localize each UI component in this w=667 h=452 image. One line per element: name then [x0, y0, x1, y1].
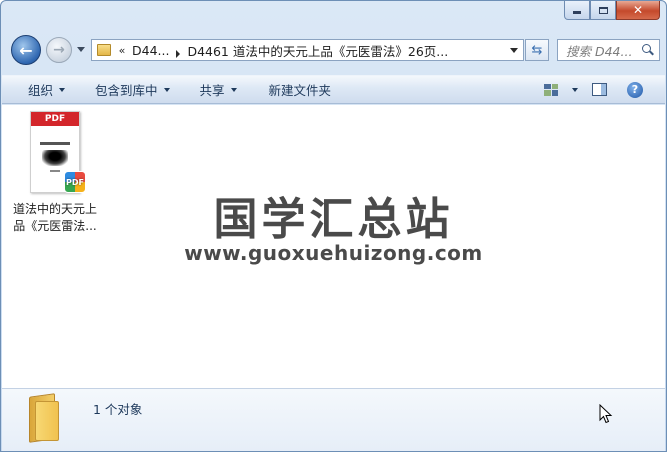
share-label: 共享 [199, 83, 225, 98]
share-button[interactable]: 共享 [200, 76, 237, 103]
navigation-bar: ← → « D44... D4461 道法中的天元上品《元医雷法》26页... … [9, 34, 660, 66]
change-view-icon [544, 83, 558, 96]
include-in-library-label: 包含到库中 [95, 83, 158, 98]
toolbar-right-group: ? [544, 76, 665, 103]
chevron-down-icon [230, 87, 237, 92]
maximize-icon [598, 6, 608, 14]
recent-locations-dropdown[interactable] [77, 47, 85, 52]
caption-buttons: ✕ [564, 1, 660, 21]
chevron-down-icon [572, 87, 578, 92]
back-button[interactable]: ← [11, 35, 41, 65]
refresh-button[interactable]: ⇆ [525, 39, 549, 61]
back-arrow-icon: ← [19, 40, 33, 60]
breadcrumb-overflow-button[interactable]: « [115, 44, 129, 57]
command-bar: 组织 包含到库中 共享 新建文件夹 ? [2, 75, 665, 104]
object-count: 1 个对象 [93, 402, 143, 417]
forward-arrow-icon: → [53, 42, 65, 58]
close-button[interactable]: ✕ [616, 1, 660, 20]
preview-pane-icon [592, 83, 607, 96]
details-pane: 1 个对象 [2, 388, 665, 451]
new-folder-button[interactable]: 新建文件夹 [269, 76, 332, 103]
forward-button[interactable]: → [46, 37, 72, 63]
address-dropdown-button[interactable] [505, 40, 523, 60]
close-icon: ✕ [632, 3, 644, 17]
search-input[interactable]: 搜索 D44... [566, 41, 640, 60]
organize-button[interactable]: 组织 [28, 76, 66, 103]
address-bar[interactable]: « D44... D4461 道法中的天元上品《元医雷法》26页... [91, 39, 524, 61]
minimize-icon [573, 11, 581, 14]
watermark-url: www.guoxuehuizong.com [184, 241, 483, 265]
mouse-pointer-icon [599, 404, 613, 424]
pdf-type-label: PDF [31, 112, 79, 126]
explorer-window: ✕ ← → « D44... D4461 道法中的天元上品《元医雷法》26页..… [0, 0, 667, 452]
folder-icon [29, 393, 61, 443]
chevron-down-icon [59, 87, 66, 92]
breadcrumb-current[interactable]: D4461 道法中的天元上品《元医雷法》26页... [184, 41, 451, 60]
chevron-down-icon [163, 87, 170, 92]
breadcrumb-segment[interactable]: D44... [129, 43, 172, 58]
help-icon: ? [627, 81, 643, 98]
file-list-area[interactable]: PDF PDF 道法中的天元上品《元医雷法... 国学汇总站 www.guoxu… [2, 105, 665, 388]
refresh-icon: ⇆ [531, 42, 543, 58]
search-icon[interactable] [640, 42, 656, 58]
maximize-button[interactable] [590, 1, 616, 20]
new-folder-label: 新建文件夹 [268, 83, 332, 98]
include-in-library-button[interactable]: 包含到库中 [95, 76, 170, 103]
change-view-button[interactable] [544, 76, 578, 103]
search-box[interactable]: 搜索 D44... [557, 39, 660, 61]
help-button[interactable]: ? [627, 76, 643, 103]
preview-pane-button[interactable] [592, 76, 607, 103]
minimize-button[interactable] [564, 1, 590, 20]
organize-label: 组织 [28, 83, 54, 98]
folder-icon [97, 44, 111, 56]
watermark-title: 国学汇总站 [213, 194, 454, 245]
